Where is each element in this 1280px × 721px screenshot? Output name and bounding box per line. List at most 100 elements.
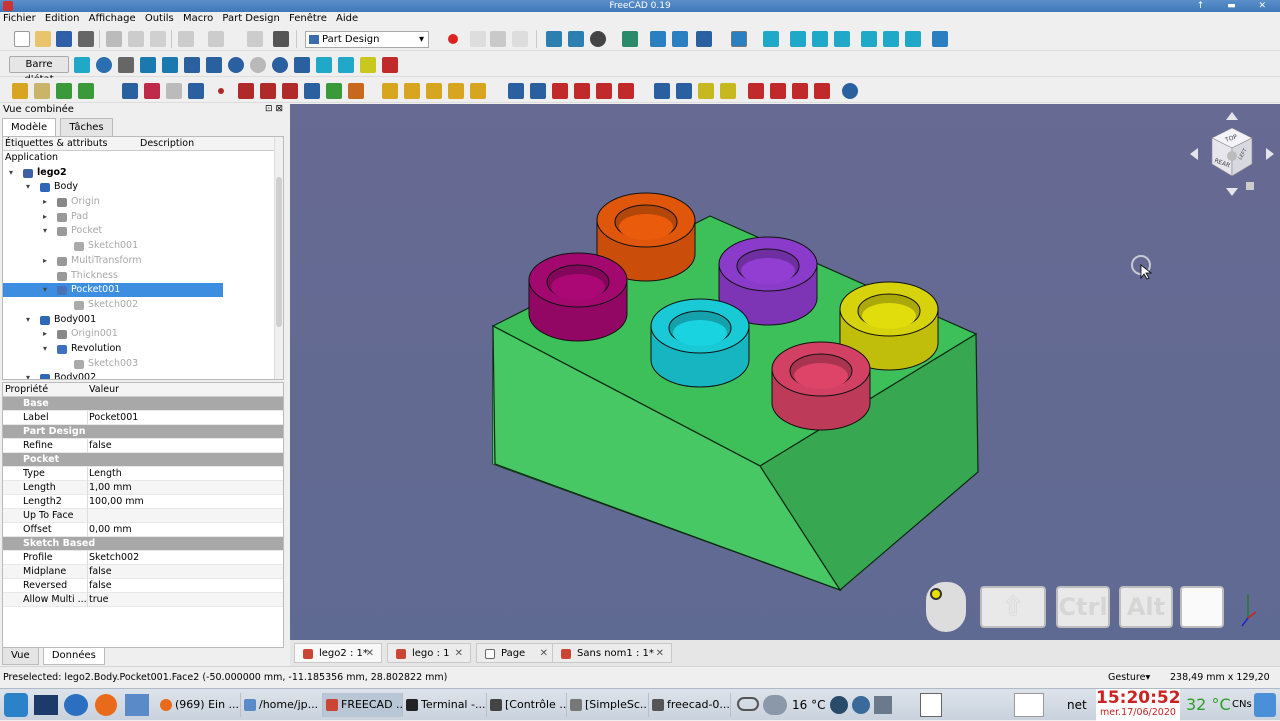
migrate-icon[interactable] <box>78 83 94 99</box>
revolution-icon[interactable] <box>404 83 420 99</box>
tree-item[interactable]: ▸ Origin001 <box>3 327 283 342</box>
record-macro-icon[interactable] <box>448 34 458 44</box>
menu-fenetre[interactable]: Fenêtre <box>286 12 330 26</box>
doc-tab-lego2[interactable]: lego2 : 1* ✕ <box>294 643 382 663</box>
refresh-icon[interactable] <box>247 31 263 47</box>
clipboard-icon[interactable] <box>920 693 942 717</box>
expand-arrow-icon[interactable]: ▾ <box>9 166 13 181</box>
section-cube-icon[interactable] <box>338 57 354 73</box>
glasses-icon[interactable] <box>737 697 759 711</box>
task-simplescan[interactable]: [SimpleSc... <box>567 693 649 717</box>
tab-vue[interactable]: Vue <box>2 648 39 665</box>
clone-icon[interactable] <box>348 83 364 99</box>
pocket-icon[interactable] <box>508 83 524 99</box>
property-value[interactable]: Length <box>89 467 122 481</box>
menu-part-design[interactable]: Part Design <box>219 12 282 26</box>
calculator-icon[interactable] <box>118 57 134 73</box>
thickness-icon[interactable] <box>814 83 830 99</box>
menu-fichier[interactable]: Fichier <box>0 12 39 26</box>
close-icon[interactable]: ✕ <box>455 644 463 664</box>
menu-edition[interactable]: Edition <box>42 12 83 26</box>
model-tree[interactable]: Étiquettes & attributs Description Appli… <box>2 136 284 380</box>
draft-icon[interactable] <box>792 83 808 99</box>
datum-plane-icon[interactable] <box>260 83 276 99</box>
fit-all-icon[interactable] <box>546 31 562 47</box>
print-icon[interactable] <box>78 31 94 47</box>
sphere-icon[interactable] <box>250 57 266 73</box>
polar-pattern-icon[interactable] <box>698 83 714 99</box>
stud-cyan[interactable] <box>650 298 750 388</box>
property-value[interactable]: 1,00 mm <box>89 481 132 495</box>
show-desktop-icon[interactable] <box>34 695 58 715</box>
firefox-icon[interactable] <box>95 694 117 716</box>
expand-arrow-icon[interactable]: ▾ <box>43 224 47 239</box>
fit-selection-icon[interactable] <box>568 31 584 47</box>
tree-item[interactable]: ▾ lego2 <box>3 166 283 181</box>
network-icon[interactable] <box>852 696 870 714</box>
property-row[interactable]: Up To Face <box>3 509 283 523</box>
collapse-arrow-icon[interactable]: ▸ <box>43 195 47 210</box>
subshape-binder-icon[interactable] <box>326 83 342 99</box>
tree-header-labels[interactable]: Étiquettes & attributs <box>5 137 108 150</box>
cube-primitive-icon[interactable] <box>206 57 222 73</box>
cylinder-icon[interactable] <box>272 57 288 73</box>
tree-item[interactable]: ▾ Revolution <box>3 342 283 357</box>
measure-distance-icon[interactable] <box>932 31 948 47</box>
property-row[interactable]: Length 1,00 mm <box>3 481 283 495</box>
tree-item[interactable]: ▾ Body001 <box>3 313 283 328</box>
navigation-style-button[interactable]: Gesture▾ <box>1108 667 1150 689</box>
isometric-view-icon[interactable] <box>731 31 747 47</box>
additive-loft-icon[interactable] <box>426 83 442 99</box>
property-row[interactable]: Type Length <box>3 467 283 481</box>
weather-icon[interactable] <box>763 695 787 715</box>
statusbar-toggle-button[interactable]: Barre d'état <box>9 56 69 85</box>
save-icon[interactable] <box>56 31 72 47</box>
tree-item[interactable]: Application <box>3 151 283 166</box>
top-view-icon[interactable] <box>790 31 806 47</box>
wireframe-cube-icon[interactable] <box>316 57 332 73</box>
draw-style-icon[interactable] <box>590 31 606 47</box>
tree-item[interactable]: Sketch003 <box>3 357 283 372</box>
menu-affichage[interactable]: Affichage <box>86 12 139 26</box>
property-value[interactable]: Pocket001 <box>89 411 138 425</box>
tab-donnees[interactable]: Données <box>42 648 105 665</box>
create-part-icon[interactable] <box>122 83 138 99</box>
group-icon[interactable] <box>184 57 200 73</box>
doc-tab-lego[interactable]: lego : 1 ✕ <box>387 643 471 663</box>
tab-modele[interactable]: Modèle <box>2 118 57 136</box>
collapse-arrow-icon[interactable]: ▸ <box>43 254 47 269</box>
additive-primitive-icon[interactable] <box>470 83 486 99</box>
redo-icon[interactable] <box>208 31 224 47</box>
shape-binder-icon[interactable] <box>304 83 320 99</box>
link-icon[interactable] <box>228 57 244 73</box>
linear-pattern-icon[interactable] <box>676 83 692 99</box>
edit-macro-icon[interactable] <box>490 31 506 47</box>
new-sketch-icon[interactable] <box>144 83 160 99</box>
pad-icon[interactable] <box>382 83 398 99</box>
property-value[interactable]: false <box>89 439 112 453</box>
undo-icon[interactable] <box>178 31 194 47</box>
additive-pipe-icon[interactable] <box>448 83 464 99</box>
lego-brick-model[interactable] <box>290 104 1280 640</box>
globe-icon[interactable] <box>830 696 848 714</box>
validate-sketch-icon[interactable] <box>188 83 204 99</box>
bottom-view-icon[interactable] <box>861 31 877 47</box>
combo-view-controls[interactable]: ⊡ ⊠ <box>265 104 283 114</box>
start-menu-icon[interactable] <box>4 693 28 717</box>
property-row[interactable]: Midplane false <box>3 565 283 579</box>
task-freecad-folder[interactable]: freecad-0... <box>649 693 731 717</box>
property-value[interactable]: 0,00 mm <box>89 523 132 537</box>
back-arrow-icon[interactable] <box>650 31 666 47</box>
window-controls[interactable]: ↑ ▬ ✕ <box>1197 0 1276 12</box>
multitransform-icon[interactable] <box>720 83 736 99</box>
thunderbird-icon[interactable] <box>64 694 88 716</box>
subtractive-loft-icon[interactable] <box>574 83 590 99</box>
property-group[interactable]: Part Design <box>3 425 283 439</box>
create-body-icon[interactable] <box>12 83 28 99</box>
tree-item[interactable]: ▸ Origin <box>3 195 283 210</box>
property-group[interactable]: Base <box>3 397 283 411</box>
expand-arrow-icon[interactable]: ▾ <box>26 180 30 195</box>
menu-outils[interactable]: Outils <box>142 12 177 26</box>
expand-arrow-icon[interactable]: ▾ <box>43 283 47 298</box>
subtractive-primitive-icon[interactable] <box>618 83 634 99</box>
